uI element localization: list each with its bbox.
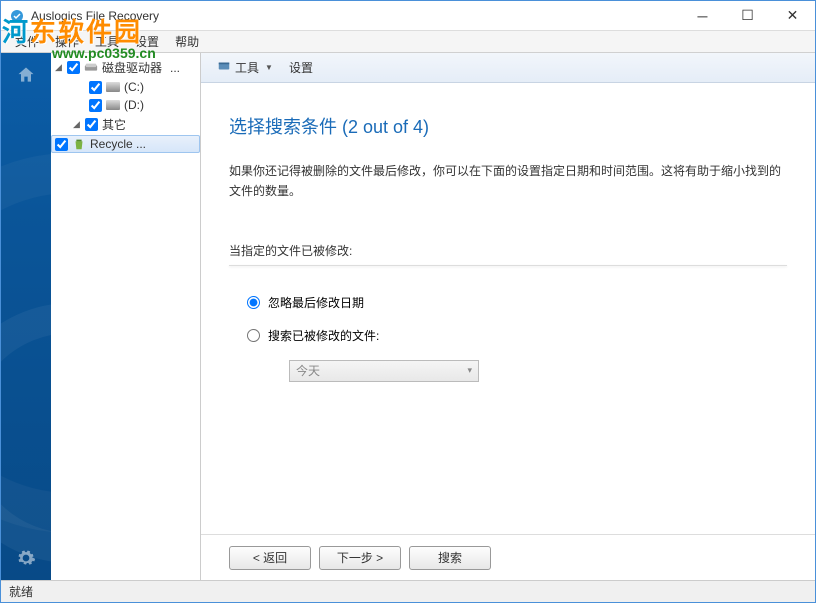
tree-drive-c[interactable]: (C:) [51,78,200,96]
app-icon [9,8,25,24]
gear-icon[interactable] [14,546,38,570]
sidebar-rail [1,53,51,580]
page-title: 选择搜索条件 (2 out of 4) [229,113,787,139]
minimize-button[interactable]: ─ [680,1,725,30]
titlebar: Auslogics File Recovery ─ ☐ ✕ [1,1,815,31]
search-button[interactable]: 搜索 [409,546,491,570]
tree-check-recycle[interactable] [55,138,68,151]
wizard-content: 选择搜索条件 (2 out of 4) 如果你还记得被删除的文件最后修改，你可以… [201,83,815,534]
radio-group: 忽略最后修改日期 搜索已被修改的文件: 今天 ▾ [229,294,787,382]
menu-action[interactable]: 操作 [47,31,87,52]
radio-search[interactable] [247,329,260,342]
menu-settings[interactable]: 设置 [127,31,167,52]
status-text: 就绪 [9,583,33,600]
home-icon[interactable] [14,63,38,87]
chevron-down-icon: ▼ [265,63,273,72]
tree-label-d: (D:) [124,98,144,112]
tree-ellipsis: ... [170,61,180,75]
tree-check-d[interactable] [89,99,102,112]
tree-label-c: (C:) [124,80,144,94]
menu-help[interactable]: 帮助 [167,31,207,52]
back-button[interactable]: < 返回 [229,546,311,570]
tree-root-drives[interactable]: ◢ 磁盘驱动器 ... [51,57,200,78]
radio-ignore[interactable] [247,296,260,309]
close-button[interactable]: ✕ [770,1,815,30]
tree-label-recycle: Recycle ... [90,137,146,151]
tree-other[interactable]: ◢ 其它 [51,114,200,135]
chevron-down-icon: ▾ [467,365,472,376]
toolbar-tools[interactable]: 工具 ▼ [211,57,279,78]
drive-icon [106,98,120,112]
dropdown-value: 今天 [296,362,320,379]
radio-ignore-label: 忽略最后修改日期 [268,294,364,311]
radio-ignore-row[interactable]: 忽略最后修改日期 [247,294,787,311]
menubar: 文件 操作 工具 设置 帮助 [1,31,815,53]
collapse-icon[interactable]: ◢ [73,119,83,130]
toolbar-tools-label: 工具 [235,59,259,76]
tree-label-other: 其它 [102,116,126,133]
menu-tools[interactable]: 工具 [87,31,127,52]
toolbar-settings-label: 设置 [289,59,313,76]
drive-icon [106,80,120,94]
tree-recycle[interactable]: Recycle ... [51,135,200,153]
tree-check-drives[interactable] [67,61,80,74]
tree-panel: ◢ 磁盘驱动器 ... (C:) (D:) ◢ 其它 [51,53,201,580]
tree-check-other[interactable] [85,118,98,131]
maximize-button[interactable]: ☐ [725,1,770,30]
window-title: Auslogics File Recovery [31,9,680,23]
tree-check-c[interactable] [89,81,102,94]
toolbar: 工具 ▼ 设置 [201,53,815,83]
section-divider [229,265,787,266]
app-window: 河东软件园 www.pc0359.cn Auslogics File Recov… [0,0,816,603]
tree-drive-d[interactable]: (D:) [51,96,200,114]
recycle-bin-icon [72,137,86,151]
tree-label-drives: 磁盘驱动器 [102,59,162,76]
menu-file[interactable]: 文件 [7,31,47,52]
toolbar-settings[interactable]: 设置 [283,57,319,78]
date-dropdown[interactable]: 今天 ▾ [289,360,479,382]
section-label: 当指定的文件已被修改: [229,242,787,259]
drives-icon [84,61,98,75]
body-area: ◢ 磁盘驱动器 ... (C:) (D:) ◢ 其它 [1,53,815,580]
next-button[interactable]: 下一步 > [319,546,401,570]
window-controls: ─ ☐ ✕ [680,1,815,30]
main-panel: 工具 ▼ 设置 选择搜索条件 (2 out of 4) 如果你还记得被删除的文件… [201,53,815,580]
radio-search-label: 搜索已被修改的文件: [268,327,379,344]
statusbar: 就绪 [1,580,815,602]
tools-icon [217,59,231,76]
collapse-icon[interactable]: ◢ [55,62,65,73]
radio-search-row[interactable]: 搜索已被修改的文件: [247,327,787,344]
page-description: 如果你还记得被删除的文件最后修改，你可以在下面的设置指定日期和时间范围。这将有助… [229,161,787,202]
wizard-buttons: < 返回 下一步 > 搜索 [201,534,815,580]
